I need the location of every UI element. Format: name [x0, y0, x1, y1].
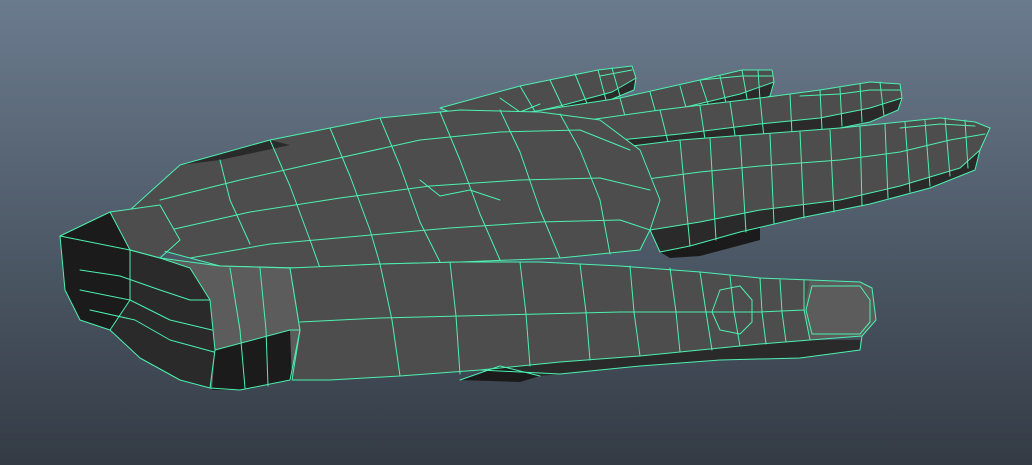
thumb[interactable] [289, 261, 877, 382]
3d-viewport[interactable] [0, 0, 1032, 465]
palm[interactable] [119, 109, 661, 269]
hand-mesh[interactable] [0, 0, 1032, 465]
